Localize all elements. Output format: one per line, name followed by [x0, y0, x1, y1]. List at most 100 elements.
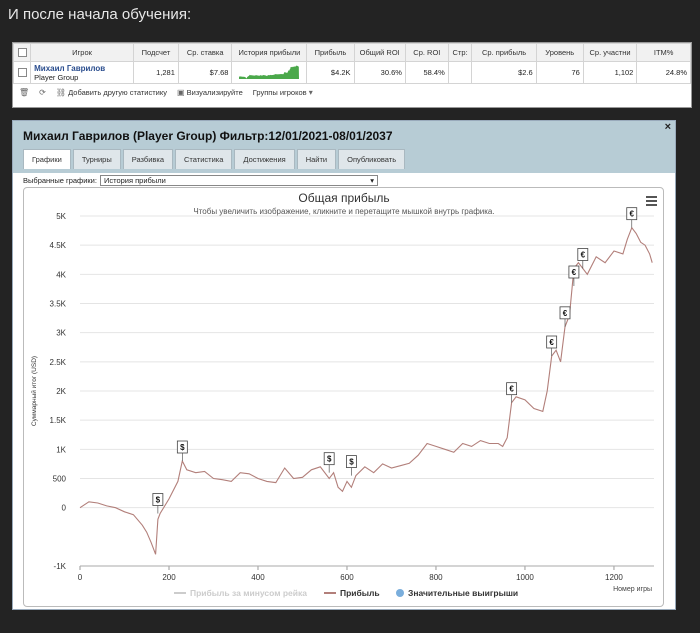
profit-value: $4.2K: [306, 61, 355, 84]
count-value: 1,281: [132, 61, 179, 84]
chart-select[interactable]: История прибыли ▾: [99, 175, 378, 186]
x-tick-label: 600: [340, 573, 354, 582]
player-group: Player Group: [34, 72, 79, 82]
x-tick-label: 800: [429, 573, 443, 582]
col-profit[interactable]: Прибыль: [306, 43, 355, 62]
legend-label-profit: Прибыль: [340, 588, 380, 598]
chart-title: Общая прибыль: [298, 191, 389, 205]
tab-charts[interactable]: Графики: [23, 149, 71, 169]
dialog-tabs: Графики Турниры Разбивка Статистика Дост…: [23, 149, 406, 169]
dialog-header: Михаил Гаврилов (Player Group) Фильтр:12…: [13, 121, 675, 173]
page-heading: И после начала обучения:: [8, 6, 192, 23]
col-avg-stake[interactable]: Ср. ставка: [177, 43, 233, 62]
tab-tournaments[interactable]: Турниры: [72, 149, 121, 169]
col-avg-roi[interactable]: Ср. ROI: [404, 43, 449, 62]
tab-statistics[interactable]: Статистика: [175, 149, 233, 169]
delete-icon[interactable]: 🗑: [19, 88, 29, 97]
chart-subtitle: Чтобы увеличить изображение, кликните и …: [193, 207, 494, 216]
stats-table: Игрок Подсчет Ср. ставка История прибыли…: [12, 43, 691, 84]
big-win-symbol: €: [549, 338, 554, 347]
y-tick-label: 3K: [56, 329, 66, 338]
y-tick-label: 5K: [56, 212, 66, 221]
y-tick-label: 0: [62, 504, 67, 513]
visualize-button[interactable]: ▣ Визуализируйте: [177, 88, 243, 97]
legend-label-net: Прибыль за минусом рейка: [190, 588, 307, 598]
y-tick-label: 3.5K: [50, 300, 67, 309]
chart-selector-row: Выбранные графики: История прибыли ▾: [23, 175, 378, 186]
select-all-cell[interactable]: [12, 43, 32, 62]
row-select-cell[interactable]: [12, 61, 32, 84]
col-count[interactable]: Подсчет: [132, 43, 179, 62]
big-win-symbol: €: [509, 385, 514, 394]
col-avg-profit[interactable]: Ср. прибыль: [471, 43, 537, 62]
col-profit-history[interactable]: История прибыли: [231, 43, 308, 62]
chart-select-value: История прибыли: [103, 176, 166, 185]
profit-chart[interactable]: Общая прибыль Чтобы увеличить изображение…: [24, 188, 665, 608]
legend-marker-big-wins: [396, 589, 404, 597]
table-row: Михаил Гаврилов Player Group 1,281 $7.68…: [12, 61, 691, 84]
y-axis-label: Суммарный итог (USD): [30, 356, 38, 426]
x-tick-label: 0: [78, 573, 83, 582]
refresh-icon[interactable]: ⟳: [39, 88, 46, 97]
y-tick-label: 2.5K: [50, 358, 67, 367]
link-icon: ⛓: [55, 87, 67, 97]
big-win-symbol: $: [180, 443, 185, 452]
x-axis-label: Номер игры: [613, 586, 652, 593]
select-all-checkbox[interactable]: [17, 48, 27, 58]
y-tick-label: 500: [53, 475, 67, 484]
x-tick-label: 1200: [605, 573, 623, 582]
y-tick-label: 1.5K: [50, 416, 67, 425]
chevron-down-icon: ▾: [308, 87, 313, 97]
profit-sparkline: [239, 65, 300, 79]
big-win-symbol: $: [156, 496, 161, 505]
col-avg-participants[interactable]: Ср. участни: [582, 43, 638, 62]
chart-dialog: Михаил Гаврилов (Player Group) Фильтр:12…: [12, 120, 676, 610]
big-win-symbol: $: [349, 458, 354, 467]
col-str[interactable]: Стр:: [447, 43, 473, 62]
str-value: [447, 61, 473, 84]
big-win-symbol: €: [572, 268, 577, 277]
avg-profit-value: $2.6: [471, 61, 537, 84]
player-groups-label: Группы игроков: [252, 87, 307, 97]
add-stat-button[interactable]: ⛓ Добавить другую статистику: [56, 88, 167, 97]
tab-breakdown[interactable]: Разбивка: [122, 149, 174, 169]
col-itm[interactable]: ITM%: [636, 43, 691, 62]
avg-participants-value: 1,102: [582, 61, 638, 84]
stats-header-row: Игрок Подсчет Ср. ставка История прибыли…: [12, 43, 691, 62]
sparkline-area: [239, 65, 300, 79]
chart-container[interactable]: Общая прибыль Чтобы увеличить изображение…: [23, 187, 664, 607]
col-player[interactable]: Игрок: [30, 43, 134, 62]
big-win-symbol: $: [327, 455, 332, 464]
x-tick-label: 1000: [516, 573, 534, 582]
y-tick-label: 1K: [56, 445, 66, 454]
big-win-symbol: €: [563, 309, 568, 318]
itm-value: 24.8%: [636, 61, 691, 84]
player-groups-dropdown[interactable]: Группы игроков ▾: [253, 88, 313, 97]
hamburger-menu-icon[interactable]: [646, 196, 657, 208]
tab-achievements[interactable]: Достижения: [234, 149, 295, 169]
image-icon: ▣: [176, 87, 185, 97]
stats-toolbar: 🗑 ⟳ ⛓ Добавить другую статистику ▣ Визуа…: [13, 84, 691, 100]
player-name-link[interactable]: Михаил Гаврилов: [34, 64, 130, 73]
x-tick-label: 200: [162, 573, 176, 582]
profit-sparkline-cell: [231, 61, 308, 84]
col-total-roi[interactable]: Общий ROI: [353, 43, 406, 62]
tab-publish[interactable]: Опубликовать: [338, 149, 406, 169]
total-roi-value: 30.6%: [353, 61, 406, 84]
close-icon[interactable]: ×: [665, 121, 671, 133]
y-tick-label: 4.5K: [50, 241, 67, 250]
stats-panel: Игрок Подсчет Ср. ставка История прибыли…: [12, 42, 692, 108]
y-tick-label: -1K: [54, 562, 67, 571]
add-stat-label: Добавить другую статистику: [68, 87, 167, 97]
dialog-title: Михаил Гаврилов (Player Group) Фильтр:12…: [23, 129, 393, 143]
avg-roi-value: 58.4%: [404, 61, 449, 84]
selector-label: Выбранные графики:: [23, 176, 97, 185]
row-checkbox[interactable]: [17, 68, 27, 78]
big-win-symbol: €: [581, 251, 586, 260]
col-level[interactable]: Уровень: [535, 43, 584, 62]
y-tick-label: 2K: [56, 387, 66, 396]
chevron-down-icon: ▾: [370, 176, 374, 185]
level-value: 76: [535, 61, 584, 84]
big-win-symbol: €: [630, 210, 635, 219]
tab-find[interactable]: Найти: [296, 149, 337, 169]
